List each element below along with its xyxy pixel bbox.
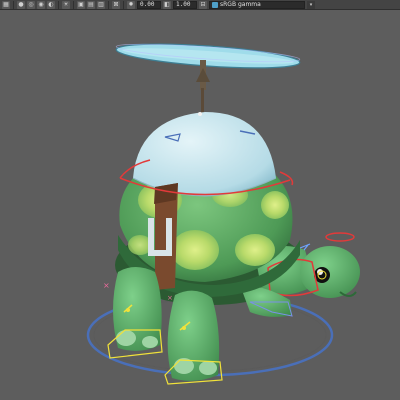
toolbar-divider — [73, 0, 74, 9]
locator-marker[interactable]: × — [167, 294, 173, 302]
gamma-field[interactable]: 1.00 — [173, 0, 197, 9]
exposure-icon[interactable]: ✹ — [127, 0, 135, 9]
locator-marker[interactable]: × — [103, 281, 110, 290]
shell-dome[interactable] — [132, 112, 277, 197]
toolbar-divider — [123, 0, 124, 9]
isolate-icon[interactable]: ▥ — [97, 0, 105, 9]
color-space-icon — [212, 1, 218, 8]
grid-icon[interactable]: ▦ — [2, 0, 10, 9]
color-management-dropdown[interactable]: sRGB gamma — [209, 0, 305, 9]
head-controller[interactable] — [325, 232, 355, 242]
toolbar-divider — [108, 0, 109, 9]
shadow-icon[interactable]: ▣ — [77, 0, 85, 9]
xray-icon[interactable]: ▤ — [87, 0, 95, 9]
front-left-leg[interactable] — [107, 267, 163, 359]
wireframe-icon[interactable]: ◎ — [27, 0, 35, 9]
textured-icon[interactable]: ◐ — [47, 0, 55, 9]
propeller[interactable] — [115, 40, 301, 116]
light-icon[interactable]: ☀ — [62, 0, 70, 9]
front-right-leg[interactable] — [164, 290, 223, 385]
chevron-down-icon[interactable]: ▾ — [307, 0, 315, 9]
shaded-icon[interactable]: ◉ — [37, 0, 45, 9]
scene-render: × × — [86, 40, 360, 385]
viewport-toolbar: ▦ ● ◎ ◉ ◐ ☀ ▣ ▤ ▥ ⊠ ✹ 0.00 ◧ 1.00 ⊟ sRGB… — [0, 0, 400, 10]
color-space-label: sRGB gamma — [220, 1, 261, 8]
toolbar-divider — [58, 0, 59, 9]
color-management-toggle[interactable]: ⊟ — [199, 0, 207, 9]
gamma-icon[interactable]: ◧ — [163, 0, 171, 9]
camera-icon[interactable]: ● — [17, 0, 25, 9]
3d-viewport[interactable]: × × — [0, 10, 400, 400]
exposure-field[interactable]: 0.00 — [137, 0, 161, 9]
toolbar-divider — [13, 0, 14, 9]
gate-icon[interactable]: ⊠ — [112, 0, 120, 9]
